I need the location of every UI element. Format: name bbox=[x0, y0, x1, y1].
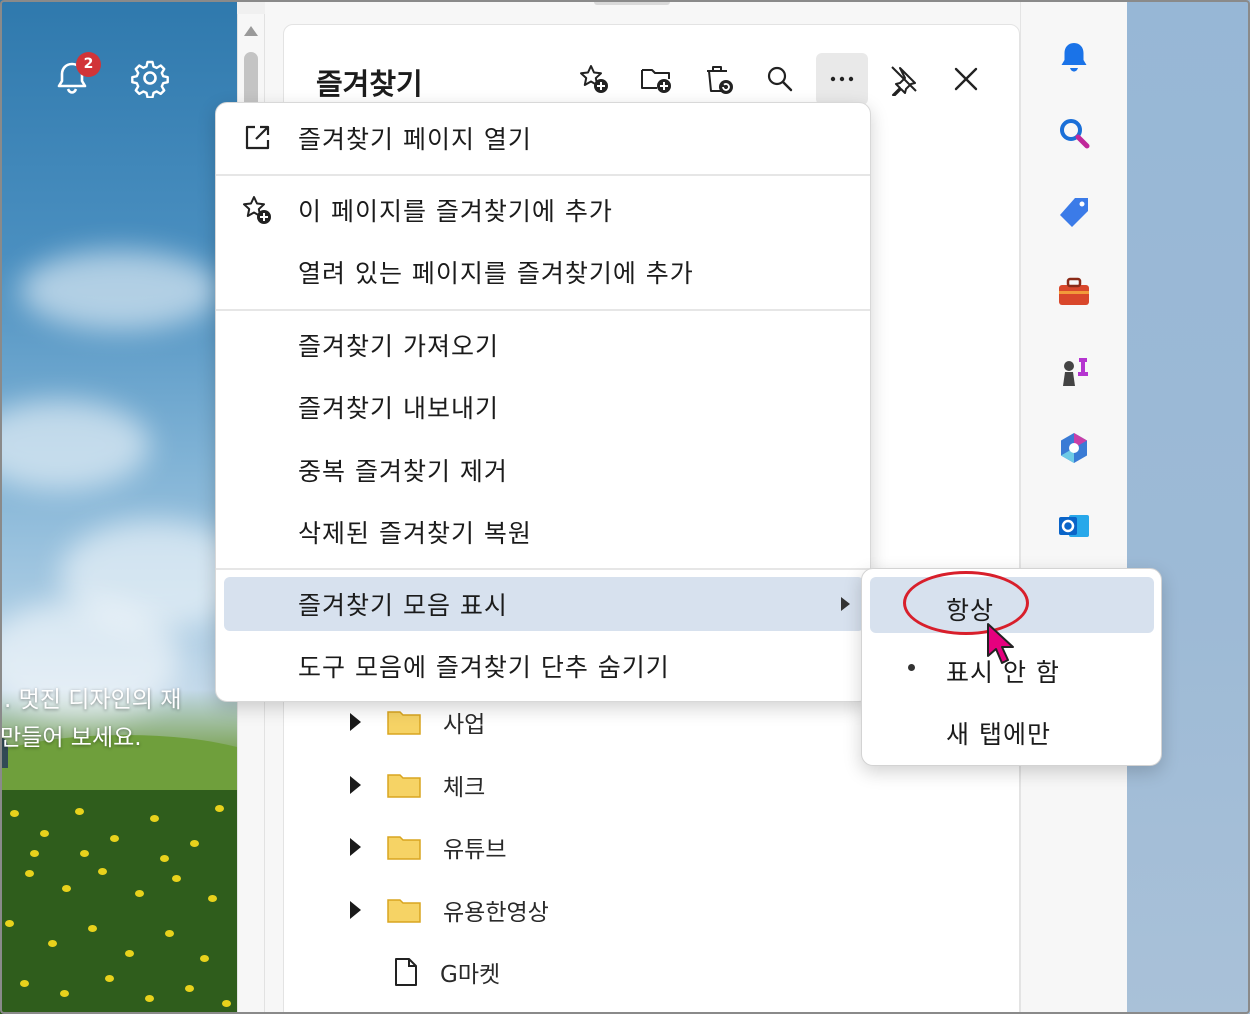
expand-arrow-icon[interactable] bbox=[350, 776, 361, 794]
open-favorites-page-item[interactable]: 즐겨찾기 페이지 열기 bbox=[224, 111, 864, 165]
menu-item-label: 열려 있는 페이지를 즐겨찾기에 추가 bbox=[298, 259, 694, 288]
recycle-icon bbox=[707, 66, 733, 94]
expand-arrow-icon[interactable] bbox=[350, 713, 361, 731]
new-tab-only-option[interactable]: 새 탭에만 bbox=[870, 701, 1154, 757]
expand-arrow-icon[interactable] bbox=[350, 838, 361, 856]
folder-label: 유용한영상 bbox=[443, 900, 549, 926]
page-label: G마켓 bbox=[440, 962, 501, 988]
unpin-icon bbox=[891, 66, 917, 96]
scroll-up-arrow-icon[interactable] bbox=[244, 26, 258, 36]
remove-duplicates-item[interactable]: 중복 즐겨찾기 제거 bbox=[224, 443, 864, 497]
menu-separator bbox=[216, 309, 870, 311]
add-this-page-item[interactable]: 이 페이지를 즐겨찾기에 추가 bbox=[224, 183, 864, 237]
more-options-icon bbox=[830, 76, 854, 82]
folder-icon bbox=[387, 899, 421, 923]
submenu-item-label: 새 탭에만 bbox=[946, 720, 1051, 749]
show-favorites-bar-item[interactable]: 즐겨찾기 모음 표시 bbox=[224, 577, 864, 631]
deleted-favorites-button[interactable] bbox=[692, 53, 744, 105]
search-icon bbox=[767, 66, 793, 92]
favorite-folder-row[interactable]: 유용한영상 bbox=[350, 890, 549, 930]
folder-label: 유튜브 bbox=[443, 837, 507, 863]
games-icon[interactable] bbox=[1053, 350, 1095, 392]
cloud bbox=[20, 250, 220, 330]
menu-item-label: 이 페이지를 즐겨찾기에 추가 bbox=[298, 197, 613, 226]
add-folder-icon bbox=[641, 69, 671, 93]
flower-field bbox=[0, 790, 237, 1014]
menu-separator bbox=[216, 568, 870, 570]
folder-icon bbox=[387, 836, 421, 860]
menu-separator bbox=[216, 174, 870, 176]
unpin-button[interactable] bbox=[878, 53, 930, 105]
window-top-handle bbox=[594, 0, 670, 5]
menu-item-label: 즐겨찾기 가져오기 bbox=[298, 332, 499, 361]
expand-arrow-icon[interactable] bbox=[350, 901, 361, 919]
folder-label: 사업 bbox=[443, 712, 486, 738]
folder-icon bbox=[387, 774, 421, 798]
add-folder-button[interactable] bbox=[630, 53, 682, 105]
notification-count-badge: 2 bbox=[76, 52, 101, 77]
favorites-panel-title: 즐겨찾기 bbox=[316, 67, 423, 101]
menu-item-label: 중복 즐겨찾기 제거 bbox=[298, 457, 508, 486]
menu-item-label: 도구 모음에 즐겨찾기 단추 숨기기 bbox=[298, 653, 670, 682]
bell-icon[interactable] bbox=[1053, 36, 1095, 78]
close-panel-button[interactable] bbox=[940, 53, 992, 105]
more-options-button[interactable] bbox=[816, 53, 868, 105]
settings-gear-icon[interactable] bbox=[130, 58, 170, 99]
outlook-icon[interactable] bbox=[1053, 505, 1095, 547]
cloud bbox=[0, 400, 150, 490]
mouse-cursor-icon bbox=[987, 623, 1014, 664]
add-favorite-icon bbox=[240, 193, 274, 227]
toolbox-icon[interactable] bbox=[1053, 271, 1095, 313]
favorite-folder-row[interactable]: 사업 bbox=[350, 702, 485, 742]
open-external-icon bbox=[240, 121, 274, 155]
folder-icon bbox=[387, 711, 421, 735]
menu-item-label: 즐겨찾기 내보내기 bbox=[298, 394, 499, 423]
promo-text-line-2: 만들어 보세요. bbox=[0, 725, 142, 751]
menu-item-label: 즐겨찾기 페이지 열기 bbox=[298, 125, 532, 154]
submenu-arrow-icon bbox=[841, 597, 850, 611]
selected-dot-icon bbox=[908, 664, 915, 671]
export-favorites-item[interactable]: 즐겨찾기 내보내기 bbox=[224, 380, 864, 434]
search-favorites-button[interactable] bbox=[754, 53, 806, 105]
add-open-pages-item[interactable]: 열려 있는 페이지를 즐겨찾기에 추가 bbox=[224, 245, 864, 299]
promo-text-line-1: . 멋진 디자인의 재 bbox=[4, 687, 182, 713]
desktop-background bbox=[1127, 0, 1250, 1014]
menu-item-label: 삭제된 즐겨찾기 복원 bbox=[298, 519, 532, 548]
restore-deleted-item[interactable]: 삭제된 즐겨찾기 복원 bbox=[224, 505, 864, 559]
favorite-folder-row[interactable]: 체크 bbox=[350, 765, 485, 805]
copilot-icon[interactable] bbox=[1053, 427, 1095, 469]
new-tab-background: 2 . 멋진 디자인의 재 만들어 보세요. bbox=[0, 0, 237, 1014]
shopping-tag-icon[interactable] bbox=[1053, 192, 1095, 234]
folder-label: 체크 bbox=[443, 775, 486, 801]
favorites-more-menu: 즐겨찾기 페이지 열기 이 페이지를 즐겨찾기에 추가 열려 있는 페이지를 즐… bbox=[215, 102, 871, 702]
favorite-folder-row[interactable]: 유튜브 bbox=[350, 827, 506, 867]
add-favorite-button[interactable] bbox=[568, 53, 620, 105]
favorite-page-row[interactable]: G마켓 bbox=[394, 952, 500, 992]
search-icon[interactable] bbox=[1053, 112, 1095, 154]
page-icon bbox=[395, 958, 417, 986]
menu-item-label: 즐겨찾기 모음 표시 bbox=[298, 591, 508, 620]
hide-favorites-button-item[interactable]: 도구 모음에 즐겨찾기 단추 숨기기 bbox=[224, 639, 864, 693]
import-favorites-item[interactable]: 즐겨찾기 가져오기 bbox=[224, 318, 864, 372]
close-icon bbox=[954, 67, 978, 91]
add-favorite-icon bbox=[580, 65, 608, 93]
